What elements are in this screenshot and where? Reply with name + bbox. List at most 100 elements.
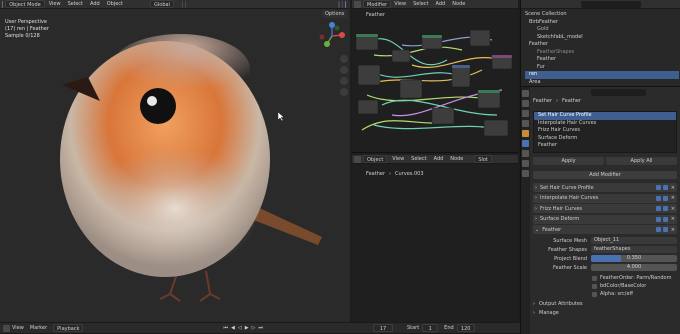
node-menu-add[interactable]: Add <box>436 1 446 7</box>
outliner-item[interactable]: SketchfabL_model <box>525 34 679 42</box>
node-menu-select[interactable]: Select <box>413 1 428 7</box>
section-output-attributes[interactable]: › Output Attributes <box>533 299 677 308</box>
stack-item[interactable]: Surface Deform <box>534 135 676 143</box>
current-frame-field[interactable]: 17 <box>372 324 393 332</box>
feather-shapes-field[interactable]: featherShapes <box>591 246 677 253</box>
start-frame-field[interactable]: 1 <box>422 324 439 332</box>
step-forward-icon[interactable]: ▷ <box>252 325 256 331</box>
close-icon[interactable]: × <box>671 227 675 233</box>
close-icon[interactable]: × <box>671 185 675 191</box>
outliner-item[interactable]: Feather <box>525 56 679 64</box>
overlay-icon[interactable] <box>338 0 340 8</box>
surface-mesh-field[interactable]: Object_11 <box>591 237 677 244</box>
shading-rendered-icon[interactable] <box>344 0 346 8</box>
expand-icon[interactable]: › <box>533 310 535 316</box>
outliner-item[interactable]: Scene Collection <box>525 11 679 19</box>
timeline-marker-menu[interactable]: Marker <box>30 325 47 331</box>
checkbox[interactable] <box>592 291 597 297</box>
menu-add[interactable]: Add <box>90 1 100 7</box>
realtime-toggle-icon[interactable] <box>655 216 661 222</box>
tab-tool-icon[interactable] <box>522 90 529 97</box>
outliner-search-field[interactable] <box>581 1 641 8</box>
geometry-node-editor[interactable]: Modifier View Select Add Node Feather <box>352 0 518 152</box>
step-back-icon[interactable]: ◀ <box>231 325 235 331</box>
menu-object[interactable]: Object <box>107 1 123 7</box>
proportional-edit-icon[interactable] <box>185 0 187 8</box>
section-manage[interactable]: › Manage <box>533 308 677 317</box>
tab-material-icon[interactable] <box>522 170 529 177</box>
modifier-panel-header-expanded[interactable]: ⌄ Feather × <box>533 225 677 234</box>
outliner-item[interactable]: Fur <box>525 64 679 72</box>
expand-icon[interactable]: › <box>535 206 537 212</box>
tab-object-icon[interactable] <box>522 130 529 137</box>
checkbox[interactable] <box>592 283 597 289</box>
expand-icon[interactable]: › <box>535 195 537 201</box>
object-mode-dropdown[interactable]: Object <box>363 155 388 163</box>
node-menu-view[interactable]: View <box>394 1 406 7</box>
stack-item[interactable]: Interpolate Hair Curves <box>534 120 676 128</box>
checkbox-row[interactable]: bdColor/BaseColor <box>591 282 677 290</box>
tab-modifier-icon[interactable] <box>522 140 529 147</box>
tab-render-icon[interactable] <box>522 100 529 107</box>
menu-select[interactable]: Select <box>68 1 83 7</box>
timeline-playback-menu[interactable]: Playback <box>53 324 84 332</box>
outliner-item[interactable]: FeatherShapes <box>525 49 679 57</box>
menu-view[interactable]: View <box>49 1 61 7</box>
checkbox-row[interactable]: FeatherOrder: Parm/Random <box>591 274 677 282</box>
shading-solid-icon[interactable] <box>341 0 343 8</box>
node-graph[interactable] <box>352 20 518 152</box>
apply-all-button[interactable]: Apply All <box>606 157 677 165</box>
play-reverse-icon[interactable]: ◁ <box>238 325 242 331</box>
viewport-3d[interactable]: Object Mode View Select Add Object Globa… <box>0 0 350 334</box>
tab-data-icon[interactable] <box>522 160 529 167</box>
close-icon[interactable]: × <box>671 216 675 222</box>
outliner-item[interactable]: Gold <box>525 26 679 34</box>
apply-button[interactable]: Apply <box>533 157 604 165</box>
expand-icon[interactable]: › <box>535 216 537 222</box>
expand-icon[interactable]: › <box>535 185 537 191</box>
stack-item[interactable]: Feather <box>534 142 676 150</box>
stack-item-selected[interactable]: Set Hair Curve Profile <box>534 112 676 120</box>
realtime-toggle-icon[interactable] <box>655 206 661 211</box>
obj-menu-add[interactable]: Add <box>434 156 444 162</box>
timeline-view-menu[interactable]: View <box>12 325 24 331</box>
expand-icon[interactable]: › <box>533 301 535 307</box>
collapse-icon[interactable]: ⌄ <box>535 227 539 233</box>
modifier-panel-header[interactable]: › Frizz Hair Curves × <box>533 204 677 213</box>
stack-item[interactable]: Frizz Hair Curves <box>534 127 676 135</box>
jump-start-icon[interactable]: ⏮ <box>223 325 228 331</box>
play-icon[interactable]: ▶ <box>245 325 249 331</box>
properties-search-field[interactable] <box>591 89 646 96</box>
outliner-item[interactable]: BirbFeather <box>525 19 679 27</box>
tab-physics-icon[interactable] <box>522 150 529 157</box>
outliner-item[interactable]: Area <box>525 79 679 87</box>
tab-output-icon[interactable] <box>522 110 529 117</box>
snap-icon[interactable] <box>181 0 184 8</box>
render-toggle-icon[interactable] <box>662 195 668 201</box>
obj-menu-node[interactable]: Node <box>450 156 463 162</box>
node-menu-node[interactable]: Node <box>452 1 465 7</box>
render-toggle-icon[interactable] <box>662 206 668 211</box>
transform-orientation-dropdown[interactable]: Global <box>150 0 174 8</box>
object-node-editor-icon[interactable] <box>354 155 361 163</box>
close-icon[interactable]: × <box>671 195 675 201</box>
realtime-toggle-icon[interactable] <box>655 227 661 232</box>
mode-dropdown[interactable]: Object Mode <box>5 0 45 8</box>
render-toggle-icon[interactable] <box>662 185 668 190</box>
modifier-panel-header[interactable]: › Surface Deform × <box>533 214 677 224</box>
realtime-toggle-icon[interactable] <box>655 185 661 190</box>
obj-menu-view[interactable]: View <box>392 156 404 162</box>
render-toggle-icon[interactable] <box>662 216 668 222</box>
end-frame-field[interactable]: 120 <box>456 324 475 332</box>
add-modifier-button[interactable]: Add Modifier <box>533 171 677 179</box>
jump-end-icon[interactable]: ⏭ <box>258 325 263 331</box>
object-node-editor[interactable]: Object View Select Add Node Slot Feather… <box>352 152 518 322</box>
node-tree-type-dropdown[interactable]: Modifier <box>363 0 392 8</box>
outliner-item-selected[interactable]: ren <box>525 71 679 79</box>
modifier-panel-header[interactable]: › Interpolate Hair Curves × <box>533 193 677 203</box>
checkbox[interactable] <box>592 275 597 281</box>
outliner-item[interactable]: Feather <box>525 41 679 49</box>
render-toggle-icon[interactable] <box>662 227 668 232</box>
editor-type-icon[interactable] <box>2 0 4 8</box>
tab-scene-icon[interactable] <box>522 120 529 127</box>
